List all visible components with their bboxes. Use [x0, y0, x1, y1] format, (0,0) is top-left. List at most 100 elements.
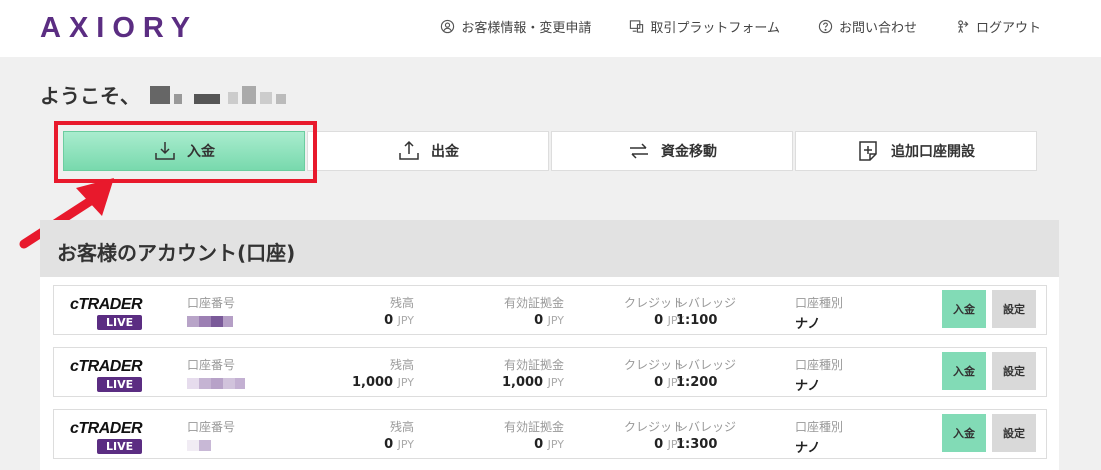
balance-field: 残高 0 JPY: [304, 418, 414, 452]
account-number-field: 口座番号: [187, 418, 235, 451]
equity-field: 有効証拠金 0 JPY: [454, 294, 564, 328]
leverage-field: レバレッジ 1:200: [676, 356, 736, 390]
account-number-label: 口座番号: [187, 358, 236, 372]
credit-label: クレジット: [623, 420, 684, 434]
currency-unit: JPY: [397, 314, 414, 327]
currency-unit: JPY: [547, 438, 564, 451]
account-row: cTRADER LIVE 口座番号 残高 1,000 JPY 有効証拠金 1,0…: [53, 347, 1047, 397]
leverage-value: 1:200: [676, 375, 718, 390]
row-settings-button[interactable]: 設定: [992, 352, 1036, 390]
nav-account-info[interactable]: お客様情報・変更申請: [440, 17, 591, 36]
live-badge: LIVE: [97, 439, 143, 454]
account-type-field: 口座種別 ナノ: [795, 418, 843, 456]
user-circle-icon: [441, 19, 455, 34]
account-type-value: ナノ: [795, 379, 821, 394]
transfer-button[interactable]: 資金移動: [551, 131, 793, 171]
leverage-label: レバレッジ: [676, 420, 737, 434]
nav-trading-platform[interactable]: 取引プラットフォーム: [629, 17, 780, 36]
balance-value: 0: [384, 313, 394, 328]
platform-name: cTRADER: [70, 296, 143, 313]
row-settings-button[interactable]: 設定: [992, 414, 1036, 452]
balance-value: 1,000: [351, 375, 394, 390]
leverage-label: レバレッジ: [676, 358, 737, 372]
account-row: cTRADER LIVE 口座番号 残高 0 JPY 有効証拠金 0 JPY ク…: [53, 409, 1047, 459]
question-circle-icon: [818, 19, 833, 34]
account-type-field: 口座種別 ナノ: [795, 294, 843, 332]
credit-field: クレジット 0 JPY: [574, 356, 684, 390]
ctrader-logo: cTRADER LIVE: [70, 358, 150, 394]
credit-field: クレジット 0 JPY: [574, 418, 684, 452]
masked-account-number: [187, 378, 245, 389]
account-type-label: 口座種別: [795, 358, 844, 372]
equity-field: 有効証拠金 1,000 JPY: [454, 356, 564, 390]
balance-label: 残高: [389, 358, 414, 372]
account-type-value: ナノ: [795, 441, 821, 456]
equity-value: 1,000: [501, 375, 544, 390]
open-account-button[interactable]: 追加口座開設: [795, 131, 1037, 171]
credit-label: クレジット: [623, 296, 684, 310]
leverage-field: レバレッジ 1:300: [676, 418, 736, 452]
accounts-panel: お客様のアカウント(口座) cTRADER LIVE 口座番号 残高 0 JPY…: [40, 220, 1059, 470]
currency-unit: JPY: [547, 314, 564, 327]
currency-unit: JPY: [397, 438, 414, 451]
leverage-label: レバレッジ: [676, 296, 737, 310]
logout-icon: [958, 20, 969, 33]
upload-tray-icon: [399, 140, 419, 160]
transfer-arrows-icon: [630, 143, 648, 159]
account-row: cTRADER LIVE 口座番号 残高 0 JPY 有効証拠金 0 JPY ク…: [53, 285, 1047, 335]
equity-label: 有効証拠金: [503, 358, 564, 372]
credit-field: クレジット 0 JPY: [574, 294, 684, 328]
platform-name: cTRADER: [70, 358, 143, 375]
leverage-field: レバレッジ 1:100: [676, 294, 736, 328]
welcome-message: ようこそ、: [40, 80, 286, 109]
platform-name: cTRADER: [70, 420, 143, 437]
nav-label: 取引プラットフォーム: [650, 21, 780, 36]
masked-username: [146, 85, 286, 104]
top-nav: お客様情報・変更申請 取引プラットフォーム お問い合わせ ログアウト: [440, 17, 1041, 36]
credit-value: 0: [654, 437, 664, 452]
welcome-text: ようこそ、: [40, 84, 140, 108]
credit-label: クレジット: [623, 358, 684, 372]
account-number-field: 口座番号: [187, 356, 245, 389]
currency-unit: JPY: [397, 376, 414, 389]
leverage-value: 1:300: [676, 437, 718, 452]
account-number-label: 口座番号: [187, 296, 236, 310]
account-type-field: 口座種別 ナノ: [795, 356, 843, 394]
row-settings-button[interactable]: 設定: [992, 290, 1036, 328]
balance-value: 0: [384, 437, 394, 452]
withdraw-label: 出金: [431, 144, 459, 160]
accounts-title: お客様のアカウント(口座): [40, 220, 1059, 277]
balance-field: 残高 0 JPY: [304, 294, 414, 328]
account-number-label: 口座番号: [187, 420, 236, 434]
nav-logout[interactable]: ログアウト: [955, 17, 1041, 36]
equity-value: 0: [534, 437, 544, 452]
withdraw-button[interactable]: 出金: [307, 131, 549, 171]
equity-field: 有効証拠金 0 JPY: [454, 418, 564, 452]
top-header: AXIORY お客様情報・変更申請 取引プラットフォーム お問い合わせ ログアウ…: [0, 0, 1101, 57]
row-deposit-button[interactable]: 入金: [942, 290, 986, 328]
balance-label: 残高: [389, 296, 414, 310]
account-type-label: 口座種別: [795, 420, 844, 434]
nav-label: お客様情報・変更申請: [461, 21, 592, 36]
nav-label: ログアウト: [975, 21, 1041, 36]
axiory-logo[interactable]: AXIORY: [40, 12, 198, 45]
masked-account-number: [187, 316, 235, 327]
account-type-label: 口座種別: [795, 296, 844, 310]
ctrader-logo: cTRADER LIVE: [70, 296, 150, 332]
monitor-icon: [630, 20, 644, 33]
balance-label: 残高: [389, 420, 414, 434]
row-deposit-button[interactable]: 入金: [942, 352, 986, 390]
ctrader-logo: cTRADER LIVE: [70, 420, 150, 456]
equity-value: 0: [534, 313, 544, 328]
masked-account-number: [187, 440, 235, 451]
nav-contact[interactable]: お問い合わせ: [818, 17, 917, 36]
equity-label: 有効証拠金: [503, 420, 564, 434]
credit-value: 0: [654, 313, 664, 328]
equity-label: 有効証拠金: [503, 296, 564, 310]
nav-label: お問い合わせ: [838, 21, 917, 36]
live-badge: LIVE: [97, 377, 143, 392]
currency-unit: JPY: [547, 376, 564, 389]
transfer-label: 資金移動: [661, 144, 717, 160]
leverage-value: 1:100: [676, 313, 718, 328]
row-deposit-button[interactable]: 入金: [942, 414, 986, 452]
